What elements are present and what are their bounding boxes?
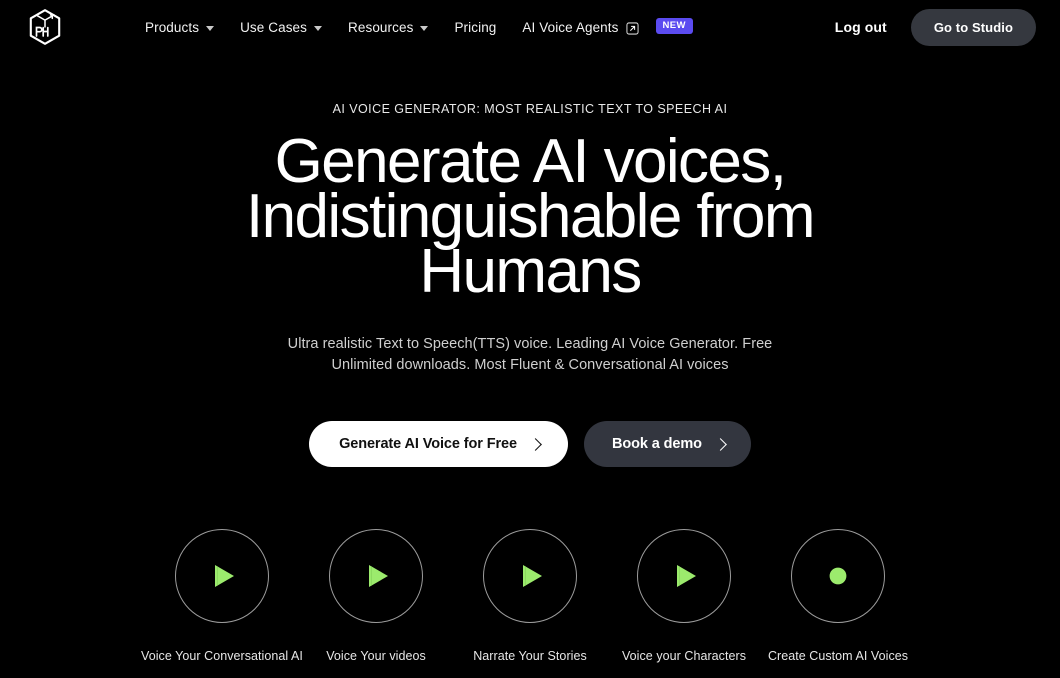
- feature-circle-row: Voice Your Conversational AI Voice Your …: [0, 529, 1060, 663]
- nav-label: Products: [145, 19, 200, 35]
- nav-label: Use Cases: [240, 19, 308, 35]
- feature-label: Voice Your Conversational AI: [141, 649, 303, 663]
- play-circle[interactable]: [483, 529, 577, 623]
- feature-label: Narrate Your Stories: [473, 649, 587, 663]
- nav-item-ai-voice-agents[interactable]: AI Voice Agents NEW: [509, 13, 705, 41]
- hero-headline: Generate AI voices, Indistinguishable fr…: [246, 127, 816, 306]
- play-icon: [677, 565, 696, 587]
- feature-voice-your-videos[interactable]: Voice Your videos: [299, 529, 453, 663]
- hero-section: AI VOICE GENERATOR: MOST REALISTIC TEXT …: [0, 54, 1060, 467]
- nav-item-use-cases[interactable]: Use Cases: [227, 14, 335, 41]
- feature-voice-your-characters[interactable]: Voice your Characters: [607, 529, 761, 663]
- play-circle[interactable]: [329, 529, 423, 623]
- play-icon: [215, 565, 234, 587]
- hero-cta-row: Generate AI Voice for Free Book a demo: [0, 421, 1060, 467]
- chevron-down-icon: [206, 25, 215, 31]
- cta-primary-label: Generate AI Voice for Free: [339, 436, 517, 452]
- hero-subheadline: Ultra realistic Text to Speech(TTS) voic…: [287, 336, 773, 373]
- nav-label: Resources: [348, 19, 414, 35]
- nav-label: Pricing: [454, 19, 497, 35]
- chevron-down-icon: [420, 25, 429, 31]
- play-icon: [369, 565, 388, 587]
- feature-voice-conversational-ai[interactable]: Voice Your Conversational AI: [141, 529, 303, 663]
- feature-narrate-your-stories[interactable]: Narrate Your Stories: [453, 529, 607, 663]
- top-navigation-bar: Products Use Cases Resources Pricing AI …: [0, 0, 1060, 54]
- nav-item-pricing[interactable]: Pricing: [441, 14, 509, 41]
- hero-eyebrow: AI VOICE GENERATOR: MOST REALISTIC TEXT …: [332, 102, 728, 116]
- book-a-demo-button[interactable]: Book a demo: [583, 421, 751, 467]
- nav-label: AI Voice Agents: [522, 19, 619, 35]
- record-circle[interactable]: [791, 529, 885, 623]
- play-circle[interactable]: [637, 529, 731, 623]
- play-circle[interactable]: [175, 529, 269, 623]
- nav-item-resources[interactable]: Resources: [335, 14, 441, 41]
- logout-link[interactable]: Log out: [835, 19, 887, 35]
- nav-links: Products Use Cases Resources Pricing AI …: [132, 13, 706, 41]
- go-to-studio-button[interactable]: Go to Studio: [910, 8, 1036, 46]
- chevron-down-icon: [314, 25, 323, 31]
- generate-ai-voice-button[interactable]: Generate AI Voice for Free: [309, 421, 568, 467]
- new-badge: NEW: [655, 18, 693, 34]
- nav-item-products[interactable]: Products: [132, 14, 227, 41]
- nav-right-actions: Log out Go to Studio: [835, 8, 1036, 46]
- cta-secondary-label: Book a demo: [611, 436, 702, 452]
- feature-create-custom-ai-voices[interactable]: Create Custom AI Voices: [761, 529, 915, 663]
- landing-page: Products Use Cases Resources Pricing AI …: [0, 0, 1060, 678]
- feature-label: Voice your Characters: [621, 649, 747, 663]
- external-link-icon: [625, 21, 639, 35]
- feature-label: Create Custom AI Voices: [767, 649, 909, 663]
- play-icon: [523, 565, 542, 587]
- cube-hexagon-logo-icon: [29, 9, 61, 45]
- brand-logo[interactable]: [26, 8, 64, 46]
- chevron-right-icon: [714, 437, 727, 451]
- feature-label: Voice Your videos: [326, 649, 426, 663]
- record-dot-icon: [829, 567, 847, 585]
- chevron-right-icon: [529, 437, 542, 451]
